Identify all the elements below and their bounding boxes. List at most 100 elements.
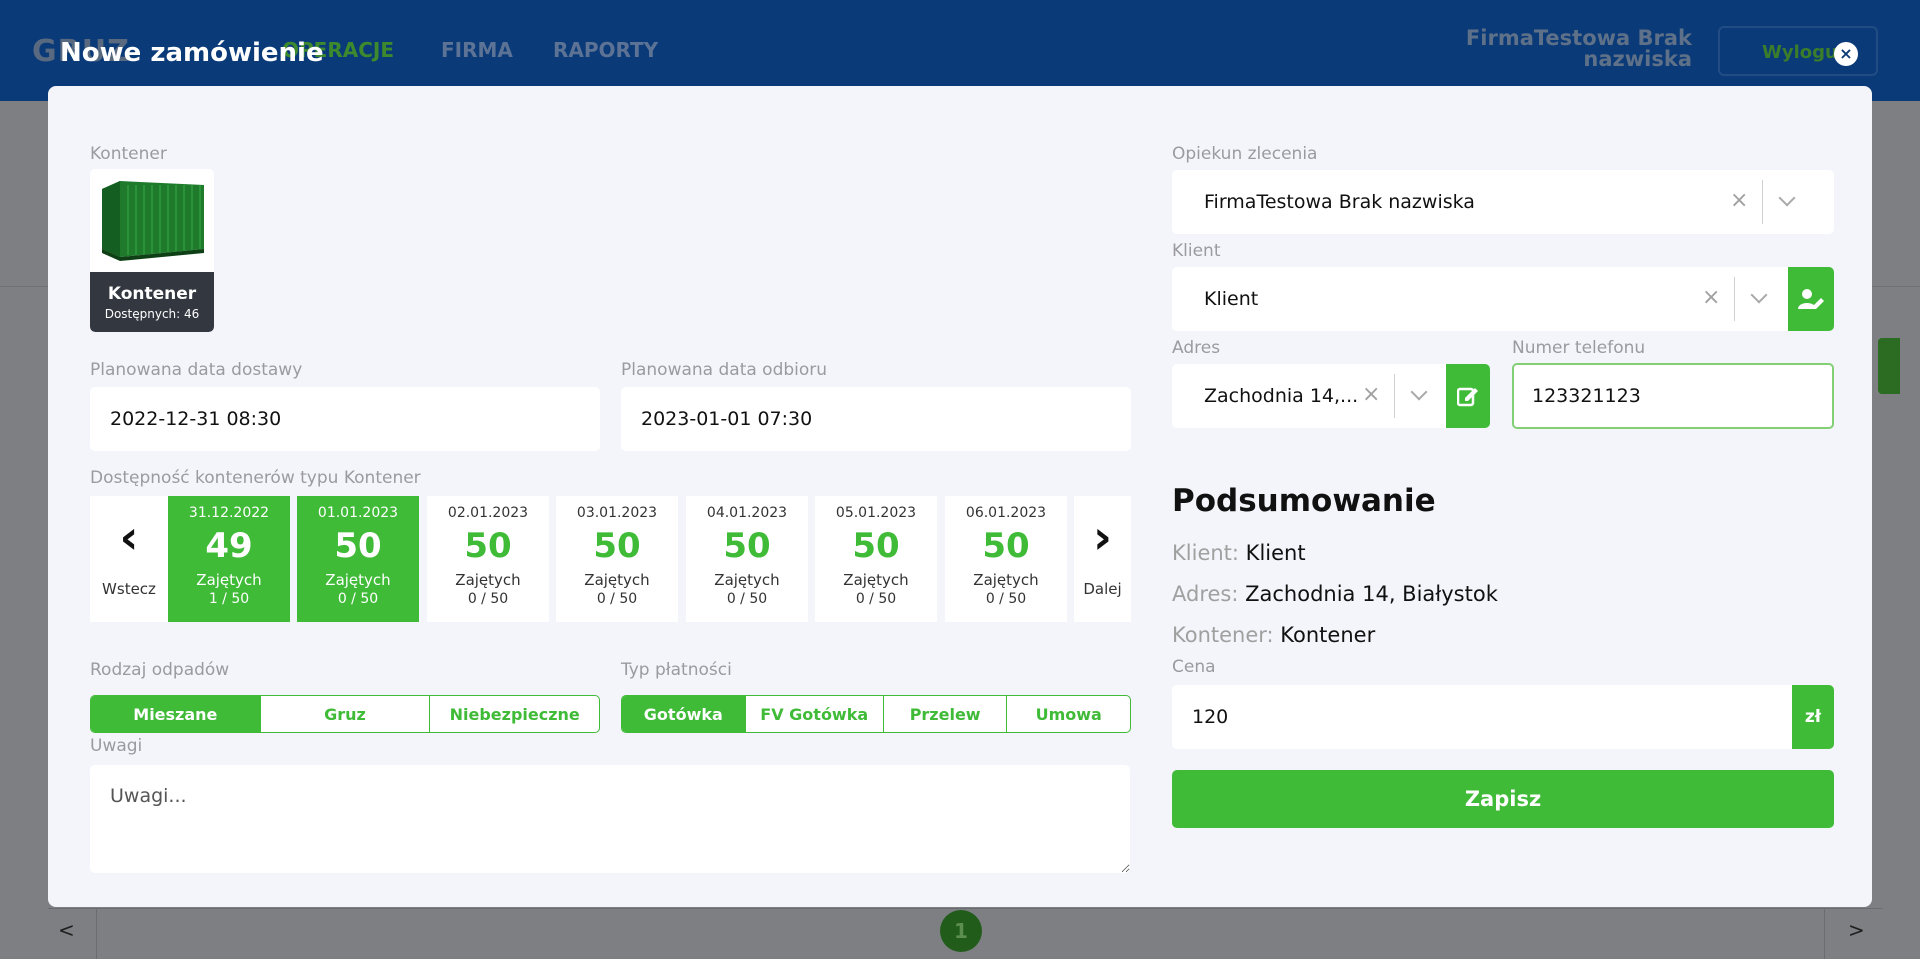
waste-option-niebezpieczne[interactable]: Niebezpieczne: [430, 696, 599, 732]
summary-client: Klient: Klient: [1172, 541, 1306, 565]
price-input[interactable]: 120: [1172, 685, 1792, 749]
container-name: Kontener: [107, 284, 197, 304]
payment-option-umowa[interactable]: Umowa: [1007, 696, 1130, 732]
calendar-day-occupied-label: Zajętych: [714, 571, 780, 589]
waste-option-gruz[interactable]: Gruz: [261, 696, 431, 732]
supervisor-clear-icon[interactable]: ×: [1730, 188, 1748, 213]
summary-container-value: Kontener: [1280, 623, 1376, 647]
pagination-divider: [96, 908, 97, 959]
address-clear-icon[interactable]: ×: [1362, 382, 1380, 407]
new-order-modal: Kontener Kontener Dostępnych: 46 Planowa…: [48, 86, 1872, 907]
calendar-day-date: 04.01.2023: [706, 505, 788, 521]
summary-address-value: Zachodnia 14, Białystok: [1245, 582, 1498, 606]
calendar-day-occupied-label: Zajętych: [455, 571, 521, 589]
payment-option-przelew[interactable]: Przelew: [884, 696, 1008, 732]
container-caption: Kontener Dostępnych: 46: [90, 272, 214, 332]
calendar-next-button[interactable]: › Dalej: [1074, 496, 1131, 622]
calendar-day-date: 31.12.2022: [188, 505, 270, 521]
waste-type-label: Rodzaj odpadów: [90, 660, 230, 680]
pickup-date-label: Planowana data odbioru: [621, 360, 828, 380]
edit-address-button[interactable]: [1446, 364, 1490, 428]
save-button[interactable]: Zapisz: [1172, 770, 1834, 828]
select-separator: [1394, 374, 1395, 418]
delivery-date-input[interactable]: 2022-12-31 08:30: [90, 387, 600, 451]
calendar-day-occupied-label: Zajętych: [973, 571, 1039, 589]
close-icon[interactable]: ×: [1834, 42, 1858, 66]
client-select[interactable]: Klient: [1172, 267, 1788, 331]
select-separator: [1762, 180, 1763, 224]
phone-input[interactable]: [1512, 363, 1834, 429]
phone-label: Numer telefonu: [1512, 338, 1646, 358]
calendar-day[interactable]: 01.01.2023 50 Zajętych 0 / 50: [297, 496, 419, 622]
user-name-line1: FirmaTestowa Brak: [1465, 26, 1692, 50]
calendar-day[interactable]: 05.01.2023 50 Zajętych 0 / 50: [815, 496, 937, 622]
pickup-date-input[interactable]: 2023-01-01 07:30: [621, 387, 1131, 451]
availability-label: Dostępność kontenerów typu Kontener: [90, 468, 421, 488]
calendar-prev-label: Wstecz: [102, 580, 156, 598]
calendar-day-ratio: 0 / 50: [855, 591, 897, 607]
nav-raporty: RAPORTY: [553, 38, 659, 62]
pagination-page: 1: [940, 910, 982, 952]
calendar-day-date: 02.01.2023: [447, 505, 529, 521]
calendar-day-occupied-label: Zajętych: [843, 571, 909, 589]
calendar-day-count: 50: [982, 526, 1030, 566]
calendar-day-ratio: 1 / 50: [208, 591, 250, 607]
summary-container-key: Kontener:: [1172, 623, 1274, 647]
summary-title: Podsumowanie: [1172, 483, 1436, 519]
user-name: FirmaTestowa Brak nazwiska: [1466, 28, 1692, 70]
calendar-day-ratio: 0 / 50: [337, 591, 379, 607]
supervisor-label: Opiekun zlecenia: [1172, 144, 1318, 164]
calendar-day-ratio: 0 / 50: [726, 591, 768, 607]
calendar-day-ratio: 0 / 50: [467, 591, 509, 607]
calendar-day-occupied-label: Zajętych: [196, 571, 262, 589]
calendar-day-count: 50: [852, 526, 900, 566]
calendar-day[interactable]: 03.01.2023 50 Zajętych 0 / 50: [556, 496, 678, 622]
container-option[interactable]: Kontener Dostępnych: 46: [90, 169, 214, 332]
payment-option-gotowka[interactable]: Gotówka: [622, 696, 746, 732]
calendar-day[interactable]: 06.01.2023 50 Zajętych 0 / 50: [945, 496, 1067, 622]
calendar-day[interactable]: 02.01.2023 50 Zajętych 0 / 50: [427, 496, 549, 622]
container-image: [102, 181, 204, 261]
client-label: Klient: [1172, 241, 1221, 261]
calendar-day-count: 49: [205, 526, 253, 566]
client-clear-icon[interactable]: ×: [1702, 285, 1720, 310]
select-separator: [1734, 277, 1735, 321]
calendar-day[interactable]: 31.12.2022 49 Zajętych 1 / 50: [168, 496, 290, 622]
price-label: Cena: [1172, 657, 1216, 677]
calendar-prev-button[interactable]: ‹ Wstecz: [90, 496, 168, 622]
calendar-day-count: 50: [334, 526, 382, 566]
edit-icon: [1457, 387, 1478, 407]
edit-client-button[interactable]: [1788, 267, 1834, 331]
user-edit-icon: [1798, 289, 1824, 309]
waste-option-mieszane[interactable]: Mieszane: [91, 696, 261, 732]
summary-client-value: Klient: [1245, 541, 1306, 565]
currency-badge: zł: [1792, 685, 1834, 749]
address-select[interactable]: Zachodnia 14,...: [1172, 364, 1446, 428]
summary-address-key: Adres:: [1172, 582, 1239, 606]
background-action-button: [1878, 338, 1900, 394]
notes-textarea[interactable]: [90, 765, 1130, 873]
payment-type-label: Typ płatności: [621, 660, 732, 680]
notes-label: Uwagi: [90, 736, 143, 756]
container-available: Dostępnych: 46: [104, 307, 200, 321]
pagination-divider: [1824, 908, 1825, 959]
calendar-day-occupied-label: Zajętych: [325, 571, 391, 589]
chevron-left-icon: ‹: [119, 510, 139, 564]
payment-option-fv-gotowka[interactable]: FV Gotówka: [746, 696, 884, 732]
pagination-next: >: [1848, 918, 1865, 942]
modal-title: Nowe zamówienie: [60, 38, 324, 68]
calendar-day-date: 05.01.2023: [835, 505, 917, 521]
calendar-day-ratio: 0 / 50: [985, 591, 1027, 607]
address-label: Adres: [1172, 338, 1221, 358]
waste-type-selector: Mieszane Gruz Niebezpieczne: [90, 695, 600, 733]
calendar-next-label: Dalej: [1083, 580, 1122, 598]
calendar-day-count: 50: [593, 526, 641, 566]
payment-type-selector: Gotówka FV Gotówka Przelew Umowa: [621, 695, 1131, 733]
calendar-day[interactable]: 04.01.2023 50 Zajętych 0 / 50: [686, 496, 808, 622]
summary-container: Kontener: Kontener: [1172, 623, 1375, 647]
supervisor-value: FirmaTestowa Brak nazwiska: [1204, 191, 1475, 213]
address-value: Zachodnia 14,...: [1204, 385, 1359, 407]
chevron-right-icon: ›: [1093, 510, 1112, 564]
calendar-day-count: 50: [723, 526, 771, 566]
summary-client-key: Klient:: [1172, 541, 1239, 565]
